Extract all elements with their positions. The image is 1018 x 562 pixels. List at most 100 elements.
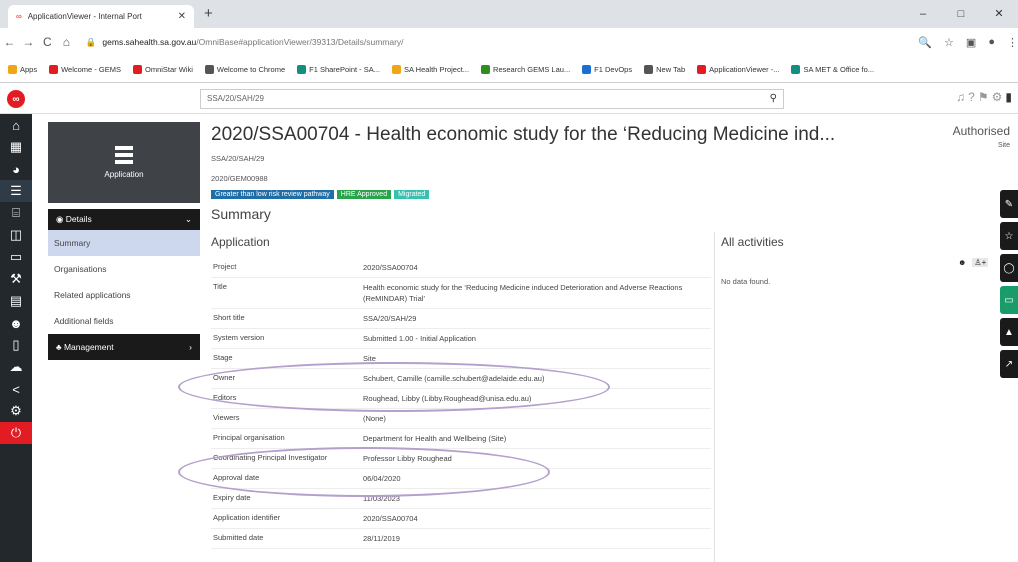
profile-icon[interactable]: ● <box>988 36 995 49</box>
bookmark-label: Apps <box>20 64 38 74</box>
gear-icon[interactable]: ⚙ <box>992 90 1003 104</box>
bookmark-label: F1 DevOps <box>594 64 633 74</box>
field-row: Application identifier 2020/SSA00704 <box>211 509 711 529</box>
maximize-icon[interactable]: □ <box>942 0 980 28</box>
bookmark-item[interactable]: Welcome - GEMS <box>49 64 121 74</box>
field-value: Roughead, Libby (Libby.Roughead@unisa.ed… <box>363 394 532 403</box>
bookmark-item[interactable]: SA MET & Office fo... <box>791 64 874 74</box>
field-row: Submitted date 28/11/2019 <box>211 529 711 549</box>
field-label: Submitted date <box>213 533 264 542</box>
document-nav-icon[interactable]: ▯ <box>0 334 32 356</box>
chevron-down-icon: ⌄ <box>184 214 192 224</box>
header-icons: ♫ ? ⚑ ⚙ ▮ <box>956 90 1012 104</box>
close-tab-icon[interactable]: ✕ <box>178 11 186 22</box>
field-label: Editors <box>213 393 237 402</box>
user-icon[interactable]: ▮ <box>1005 90 1012 104</box>
bookmark-item[interactable]: Apps <box>8 64 38 74</box>
status-block: Authorised Site <box>953 124 1010 149</box>
address-bar[interactable]: 🔒 gems.sahealth.sa.gov.au/OmniBase#appli… <box>80 32 915 52</box>
nav-item-related-applications[interactable]: Related applications <box>48 282 200 308</box>
zoom-icon[interactable]: 🔍 <box>918 36 932 49</box>
bookmarks-bar: Apps Welcome - GEMS OmniStar Wiki Welcome t… <box>0 56 1018 83</box>
nav-item-additional-fields[interactable]: Additional fields <box>48 308 200 334</box>
bookmark-icon <box>49 64 59 74</box>
bookmark-item[interactable]: Research GEMS Lau... <box>481 64 570 74</box>
bookmark-item[interactable]: OmniStar Wiki <box>132 64 193 74</box>
bell-icon[interactable]: ♫ <box>956 90 965 104</box>
close-window-icon[interactable]: ✕ <box>980 0 1018 28</box>
share-nav-icon[interactable]: < <box>0 378 32 400</box>
calendar-nav-icon[interactable]: ▦ <box>0 136 32 158</box>
help-icon[interactable]: ? <box>968 90 975 104</box>
app-logo[interactable]: ∞ <box>0 84 32 114</box>
bookmark-item[interactable]: Welcome to Chrome <box>204 64 285 74</box>
bookmark-icon <box>132 64 142 74</box>
bookmark-icon <box>204 64 214 74</box>
global-search-input[interactable]: SSA/20/SAH/29 ⚲ <box>200 89 784 109</box>
details-section-header[interactable]: ◉ Details ⌄ <box>48 209 200 230</box>
field-value: Professor Libby Roughead <box>363 454 452 463</box>
management-section-header[interactable]: ♣ Management › <box>48 334 200 360</box>
bookmark-icon <box>697 64 707 74</box>
nav-item-organisations[interactable]: Organisations <box>48 256 200 282</box>
bookmark-item[interactable]: F1 DevOps <box>582 64 633 74</box>
bookmark-item[interactable]: F1 SharePoint - SA... <box>297 64 380 74</box>
menu-icon[interactable]: ⋮ <box>1007 36 1018 49</box>
application-card-label: Application <box>104 170 144 179</box>
pin-icon[interactable]: ↗ <box>1000 350 1018 378</box>
flag-icon[interactable]: ⚑ <box>978 90 989 104</box>
field-label: Approval date <box>213 473 260 482</box>
subtitle-gem-id: 2020/GEM00988 <box>211 174 268 183</box>
field-value: Department for Health and Wellbeing (Sit… <box>363 434 507 443</box>
field-value: 06/04/2020 <box>363 474 401 483</box>
newspaper-nav-icon[interactable]: ▤ <box>0 290 32 312</box>
bookmark-item[interactable]: ApplicationViewer -... <box>697 64 779 74</box>
home-icon[interactable]: ⌂ <box>57 35 76 49</box>
users-nav-icon[interactable]: ☻ <box>0 312 32 334</box>
institution-nav-icon[interactable]: ⌸ <box>0 202 32 224</box>
inbox-nav-icon[interactable]: ◫ <box>0 224 32 246</box>
application-card: Application <box>48 122 200 203</box>
power-icon[interactable]: ⏻ <box>0 422 32 444</box>
cogs-nav-icon[interactable]: ⚙ <box>0 400 32 422</box>
applications-nav-icon[interactable]: ☰ <box>0 180 32 202</box>
group-icon[interactable]: ☻ <box>956 258 968 267</box>
screen-icon[interactable]: ▭ <box>1000 286 1018 314</box>
nav-item-summary[interactable]: Summary <box>48 230 200 256</box>
bookmark-star-icon[interactable]: ☆ <box>944 36 954 49</box>
star-icon[interactable]: ☆ <box>1000 222 1018 250</box>
subtitle-short-title: SSA/20/SAH/29 <box>211 154 265 163</box>
monitor-nav-icon[interactable]: ▭ <box>0 246 32 268</box>
comment-icon[interactable]: ◯ <box>1000 254 1018 282</box>
status-label: Authorised <box>952 124 1010 138</box>
edit-icon[interactable]: ✎ <box>1000 190 1018 218</box>
url-host: gems.sahealth.sa.gov.au <box>102 37 197 47</box>
extension-icon[interactable]: ▣ <box>966 36 976 49</box>
icon-rail: ⌂ ▦ ◕ ☰ ⌸ ◫ ▭ ⚒ ▤ ☻ ▯ ☁ < ⚙ ⏻ <box>0 114 32 562</box>
reload-icon[interactable]: C <box>38 35 57 49</box>
field-label: Application identifier <box>213 513 281 522</box>
browser-tab[interactable]: ∞ ApplicationViewer - Internal Port ✕ <box>8 5 194 28</box>
activities-actions: ☻ ♙+ <box>956 258 989 267</box>
sitemap-icon: ♣ <box>56 342 64 352</box>
field-row: Coordinating Principal Investigator Profe… <box>211 449 711 469</box>
new-tab-icon[interactable]: + <box>204 5 213 22</box>
add-user-icon[interactable]: ♙+ <box>972 258 989 267</box>
field-value: SSA/20/SAH/29 <box>363 314 417 323</box>
field-row: Owner Schubert, Camille (camille.schubert… <box>211 369 711 389</box>
back-icon[interactable]: ← <box>0 35 19 49</box>
section-heading: Summary <box>211 206 271 222</box>
forward-icon[interactable]: → <box>19 35 38 49</box>
cloud-nav-icon[interactable]: ☁ <box>0 356 32 378</box>
bookmark-item[interactable]: SA Health Project... <box>392 64 469 74</box>
home-nav-icon[interactable]: ⌂ <box>0 114 32 136</box>
gavel-nav-icon[interactable]: ⚒ <box>0 268 32 290</box>
field-label: Short title <box>213 313 245 322</box>
search-icon[interactable]: ⚲ <box>770 93 777 104</box>
thumbs-icon[interactable]: ▲ <box>1000 318 1018 346</box>
field-label: Expiry date <box>213 493 251 502</box>
eye-icon: ◉ <box>56 214 66 224</box>
minimize-icon[interactable]: – <box>904 0 942 28</box>
bookmark-item[interactable]: New Tab <box>644 64 685 74</box>
dashboard-nav-icon[interactable]: ◕ <box>0 158 32 180</box>
